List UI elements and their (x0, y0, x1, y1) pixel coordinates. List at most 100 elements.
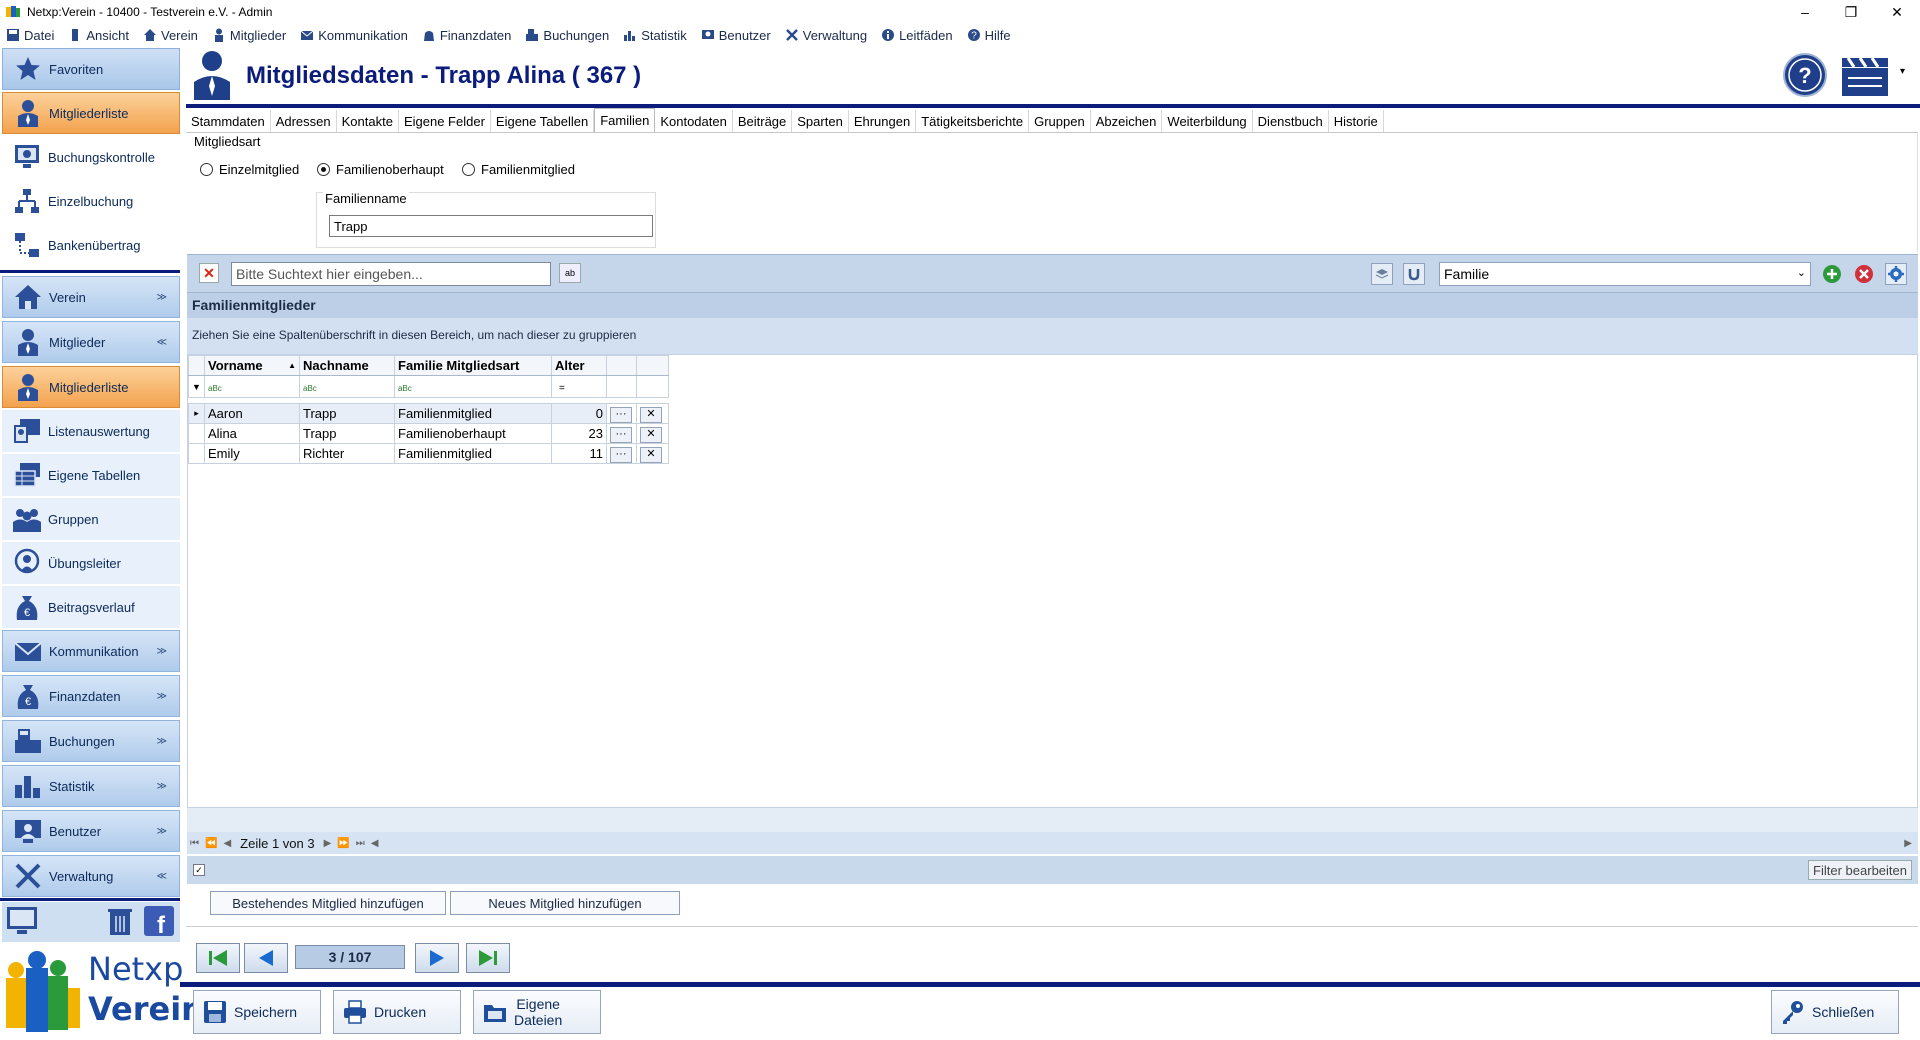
table-row[interactable]: ▸ Aaron Trapp Familienmitglied 0 ··· ✕ (188, 403, 669, 424)
cell-alter[interactable]: 11 (551, 443, 607, 464)
remove-member-button[interactable]: ✕ (640, 446, 662, 463)
radio-circle[interactable] (462, 163, 475, 176)
menu-leitfaeden[interactable]: Leitfäden (881, 28, 953, 43)
sidebar-group-verein[interactable]: Verein ≫ (2, 276, 180, 318)
search-input[interactable] (231, 262, 551, 286)
sidebar-item-listenauswertung[interactable]: Listenauswertung (2, 410, 180, 452)
minimize-button[interactable]: – (1782, 0, 1828, 24)
clear-search-button[interactable]: ✕ (199, 263, 219, 283)
cell-art[interactable]: Familienoberhaupt (394, 423, 552, 444)
radio-familienmitglied[interactable]: Familienmitglied (462, 162, 575, 177)
filter-nachname[interactable]: aBc (299, 375, 395, 398)
next-page-group-icon[interactable]: ⏩ (337, 838, 349, 849)
video-clapper-icon[interactable] (1840, 54, 1892, 98)
own-files-button[interactable]: Eigene Dateien (473, 990, 601, 1034)
tab-stammdaten[interactable]: Stammdaten (186, 110, 271, 132)
tab-weiterbildung[interactable]: Weiterbildung (1162, 110, 1253, 132)
sidebar-group-finanzdaten[interactable]: € Finanzdaten ≫ (2, 675, 180, 717)
menu-verwaltung[interactable]: Verwaltung (785, 28, 867, 43)
menu-finanzdaten[interactable]: Finanzdaten (422, 28, 511, 43)
tab-eigene-felder[interactable]: Eigene Felder (398, 110, 491, 132)
radio-familienoberhaupt[interactable]: Familienoberhaupt (317, 162, 444, 177)
close-button[interactable]: Schließen (1771, 990, 1899, 1034)
table-row[interactable]: Alina Trapp Familienoberhaupt 23 ··· ✕ (188, 423, 669, 444)
menu-statistik[interactable]: Statistik (623, 28, 687, 43)
layout-select[interactable]: Familie ⌄ (1439, 262, 1811, 286)
sidebar-item-beitragsverlauf[interactable]: € Beitragsverlauf (2, 586, 180, 628)
cell-art[interactable]: Familienmitglied (394, 403, 552, 424)
menu-mitglieder[interactable]: Mitglieder (212, 28, 286, 43)
edit-member-button[interactable]: ··· (610, 446, 632, 463)
sidebar-buchungskontrolle[interactable]: Buchungskontrolle (2, 136, 180, 178)
radio-einzelmitglied[interactable]: Einzelmitglied (200, 162, 299, 177)
print-button[interactable]: Drucken (333, 990, 461, 1034)
sidebar-item-mitgliederliste[interactable]: Mitgliederliste (2, 366, 180, 408)
cell-art[interactable]: Familienmitglied (394, 443, 552, 464)
desktop-icon[interactable] (6, 906, 38, 936)
group-by-area[interactable]: Ziehen Sie eine Spaltenüberschrift in di… (187, 318, 1918, 354)
tab-dienstbuch[interactable]: Dienstbuch (1252, 110, 1329, 132)
restore-button[interactable]: ❐ (1828, 0, 1874, 24)
tab-kontakte[interactable]: Kontakte (336, 110, 399, 132)
edit-member-button[interactable]: ··· (610, 426, 632, 443)
scroll-right-icon[interactable]: ▶ (1904, 838, 1912, 849)
menu-buchungen[interactable]: Buchungen (525, 28, 609, 43)
tab-adressen[interactable]: Adressen (270, 110, 337, 132)
save-button[interactable]: Speichern (193, 990, 321, 1034)
settings-button[interactable] (1885, 263, 1907, 285)
delete-layout-button[interactable] (1853, 263, 1875, 285)
tab-taetigkeitsberichte[interactable]: Tätigkeitsberichte (916, 110, 1030, 132)
cell-vorname[interactable]: Alina (204, 423, 300, 444)
help-button[interactable]: ? (1782, 52, 1828, 98)
col-nachname[interactable]: Nachname (299, 355, 395, 376)
sidebar-group-buchungen[interactable]: Buchungen ≫ (2, 720, 180, 762)
add-existing-member-button[interactable]: Bestehendes Mitglied hinzufügen (210, 891, 446, 915)
cell-alter[interactable]: 23 (551, 423, 607, 444)
menu-benutzer[interactable]: Benutzer (701, 28, 771, 43)
sidebar-bankenuebertrag[interactable]: Bankenübertrag (2, 224, 180, 266)
col-alter[interactable]: Alter (551, 355, 607, 376)
col-vorname[interactable]: Vorname ▲ (204, 355, 300, 376)
last-page-icon[interactable]: ⏭ (356, 838, 365, 849)
radio-circle-selected[interactable] (317, 163, 330, 176)
tab-eigene-tabellen[interactable]: Eigene Tabellen (490, 110, 595, 132)
trash-icon[interactable] (106, 906, 134, 936)
familienname-input[interactable] (329, 215, 653, 237)
sidebar-item-eigene-tabellen[interactable]: Eigene Tabellen (2, 454, 180, 496)
sidebar-favoriten[interactable]: Favoriten (2, 48, 180, 90)
spellcheck-button[interactable]: ab (559, 263, 581, 283)
add-layout-button[interactable] (1821, 263, 1843, 285)
next-record-button[interactable] (415, 943, 459, 973)
cell-vorname[interactable]: Emily (204, 443, 300, 464)
menu-verein[interactable]: Verein (143, 28, 198, 43)
tab-sparten[interactable]: Sparten (792, 110, 849, 132)
menu-hilfe[interactable]: ? Hilfe (967, 28, 1011, 43)
edit-filter-button[interactable]: Filter bearbeiten (1808, 860, 1912, 880)
sidebar-item-uebungsleiter[interactable]: Übungsleiter (2, 542, 180, 584)
tab-kontodaten[interactable]: Kontodaten (655, 110, 733, 132)
cell-nachname[interactable]: Trapp (299, 423, 395, 444)
scroll-left-icon[interactable]: ◀ (371, 838, 379, 849)
sidebar-group-verwaltung[interactable]: Verwaltung ≪ (2, 855, 180, 897)
remove-member-button[interactable]: ✕ (640, 426, 662, 443)
sidebar-fav-mitgliederliste[interactable]: Mitgliederliste (2, 92, 180, 134)
last-record-button[interactable] (466, 943, 510, 973)
tab-abzeichen[interactable]: Abzeichen (1090, 110, 1163, 132)
prev-record-button[interactable] (244, 943, 288, 973)
menu-ansicht[interactable]: Ansicht (68, 28, 129, 43)
filter-enabled-checkbox[interactable]: ✓ (193, 864, 205, 876)
prev-page-icon[interactable]: ◀ (223, 838, 231, 849)
edit-member-button[interactable]: ··· (610, 406, 632, 423)
remove-member-button[interactable]: ✕ (640, 406, 662, 423)
sidebar-einzelbuchung[interactable]: Einzelbuchung (2, 180, 180, 222)
tab-familien[interactable]: Familien (594, 108, 656, 132)
layers-button[interactable] (1371, 263, 1393, 285)
radio-circle[interactable] (200, 163, 213, 176)
first-page-icon[interactable]: ⏮ (190, 838, 199, 849)
cell-vorname[interactable]: Aaron (204, 403, 300, 424)
record-position[interactable]: 3 / 107 (295, 945, 405, 969)
filter-icon[interactable]: ▼ (188, 375, 205, 398)
cell-nachname[interactable]: Trapp (299, 403, 395, 424)
add-new-member-button[interactable]: Neues Mitglied hinzufügen (450, 891, 680, 915)
caret-down-icon[interactable]: ▾ (1900, 66, 1905, 77)
